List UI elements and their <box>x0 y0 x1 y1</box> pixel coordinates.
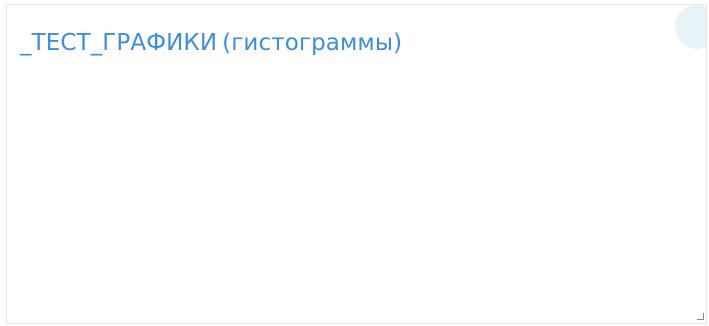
widget-title[interactable]: _ТЕСТ_ГРАФИКИ (гистограммы) <box>20 28 402 58</box>
corner-circle-button[interactable] <box>675 5 706 49</box>
widget-subtitle: (гистограммы) <box>222 30 403 56</box>
widget-card: _ТЕСТ_ГРАФИКИ (гистограммы) <box>6 4 707 324</box>
widget-title-text: _ТЕСТ_ГРАФИКИ <box>20 30 218 56</box>
resize-corner-icon[interactable] <box>697 313 704 320</box>
